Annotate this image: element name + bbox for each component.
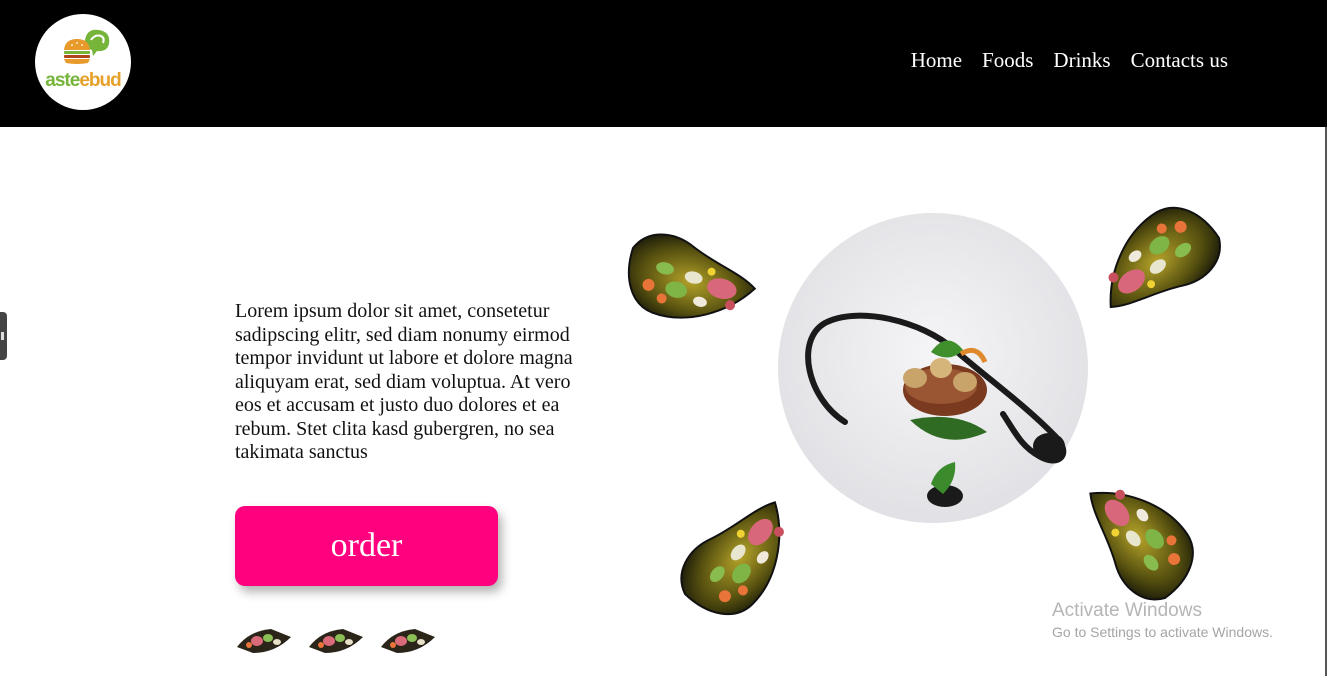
navbar: asteebud Home Foods Drinks Contacts us <box>0 0 1327 127</box>
hero-text: Lorem ipsum dolor sit amet, consetetur s… <box>235 300 573 463</box>
food-leaf-bottom-right <box>1065 461 1211 613</box>
side-panel-handle[interactable] <box>0 312 7 360</box>
food-thumbnail[interactable] <box>235 625 293 655</box>
nav-drinks[interactable]: Drinks <box>1053 48 1110 73</box>
food-leaf-bottom-left <box>667 481 814 620</box>
food-thumbnail[interactable] <box>379 625 437 655</box>
logo[interactable]: asteebud <box>35 14 131 110</box>
nav-home[interactable]: Home <box>911 48 962 73</box>
activation-watermark: Activate Windows Go to Settings to activ… <box>1052 600 1273 640</box>
nav-contacts[interactable]: Contacts us <box>1131 48 1228 73</box>
food-thumbnail[interactable] <box>307 625 365 655</box>
logo-wordmark: asteebud <box>45 70 121 91</box>
dish-illustration <box>625 200 1225 620</box>
burger-logo-icon <box>64 29 110 64</box>
watermark-subtitle: Go to Settings to activate Windows. <box>1052 624 1273 640</box>
food-leaf-top-left <box>625 226 764 337</box>
order-button[interactable]: order <box>235 506 498 586</box>
nav-foods[interactable]: Foods <box>982 48 1033 73</box>
main-nav: Home Foods Drinks Contacts us <box>911 48 1228 73</box>
watermark-title: Activate Windows <box>1052 600 1202 621</box>
food-leaf-top-right <box>1080 200 1225 333</box>
thumbnail-row <box>235 625 437 655</box>
